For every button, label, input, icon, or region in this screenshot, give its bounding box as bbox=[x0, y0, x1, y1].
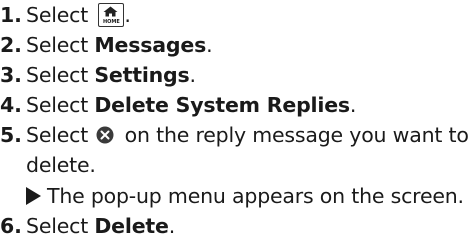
step-number: 2. bbox=[0, 33, 22, 57]
step-text-end: . bbox=[206, 33, 213, 57]
step-number: 6. bbox=[0, 214, 22, 238]
step-4: 4. Select Delete System Replies. bbox=[0, 90, 356, 120]
result-note-text: The pop-up menu appears on the screen. bbox=[47, 184, 464, 208]
home-button-icon: HOME bbox=[98, 3, 125, 27]
step-6: 6. Select Delete. bbox=[0, 211, 175, 241]
step-text: delete. bbox=[26, 153, 96, 177]
result-arrow-icon bbox=[26, 187, 41, 205]
step-text: Select bbox=[26, 93, 95, 117]
step-text-end: . bbox=[349, 93, 357, 117]
step-5-continuation: delete. bbox=[26, 150, 96, 180]
menu-item-name: Messages bbox=[94, 33, 207, 57]
step-text-end: . bbox=[189, 63, 197, 87]
step-text: Select bbox=[26, 3, 95, 27]
step-text: Select bbox=[26, 123, 95, 147]
step-5: 5. Select on the reply message you want t… bbox=[0, 120, 469, 150]
step-number: 5. bbox=[0, 123, 22, 147]
step-text: Select bbox=[26, 214, 95, 238]
step-3: 3. Select Settings. bbox=[0, 60, 196, 90]
step-text: Select bbox=[26, 63, 95, 87]
menu-item-name: Settings bbox=[94, 63, 190, 87]
home-icon-caption: HOME bbox=[102, 19, 120, 25]
step-number: 1. bbox=[0, 3, 22, 27]
menu-item-name: Delete System Replies bbox=[94, 93, 350, 117]
step-number: 4. bbox=[0, 93, 22, 117]
step-2: 2. Select Messages. bbox=[0, 30, 213, 60]
step-1: 1. Select HOME. bbox=[0, 0, 131, 30]
step-text-end: on the reply message you want to bbox=[118, 123, 469, 147]
step-text-end: . bbox=[124, 3, 131, 27]
step-number: 3. bbox=[0, 63, 22, 87]
step-text-end: . bbox=[168, 214, 176, 238]
step-text: Select bbox=[26, 33, 95, 57]
delete-circle-icon bbox=[96, 126, 114, 144]
result-note: The pop-up menu appears on the screen. bbox=[26, 181, 464, 211]
menu-item-name: Delete bbox=[94, 214, 169, 238]
